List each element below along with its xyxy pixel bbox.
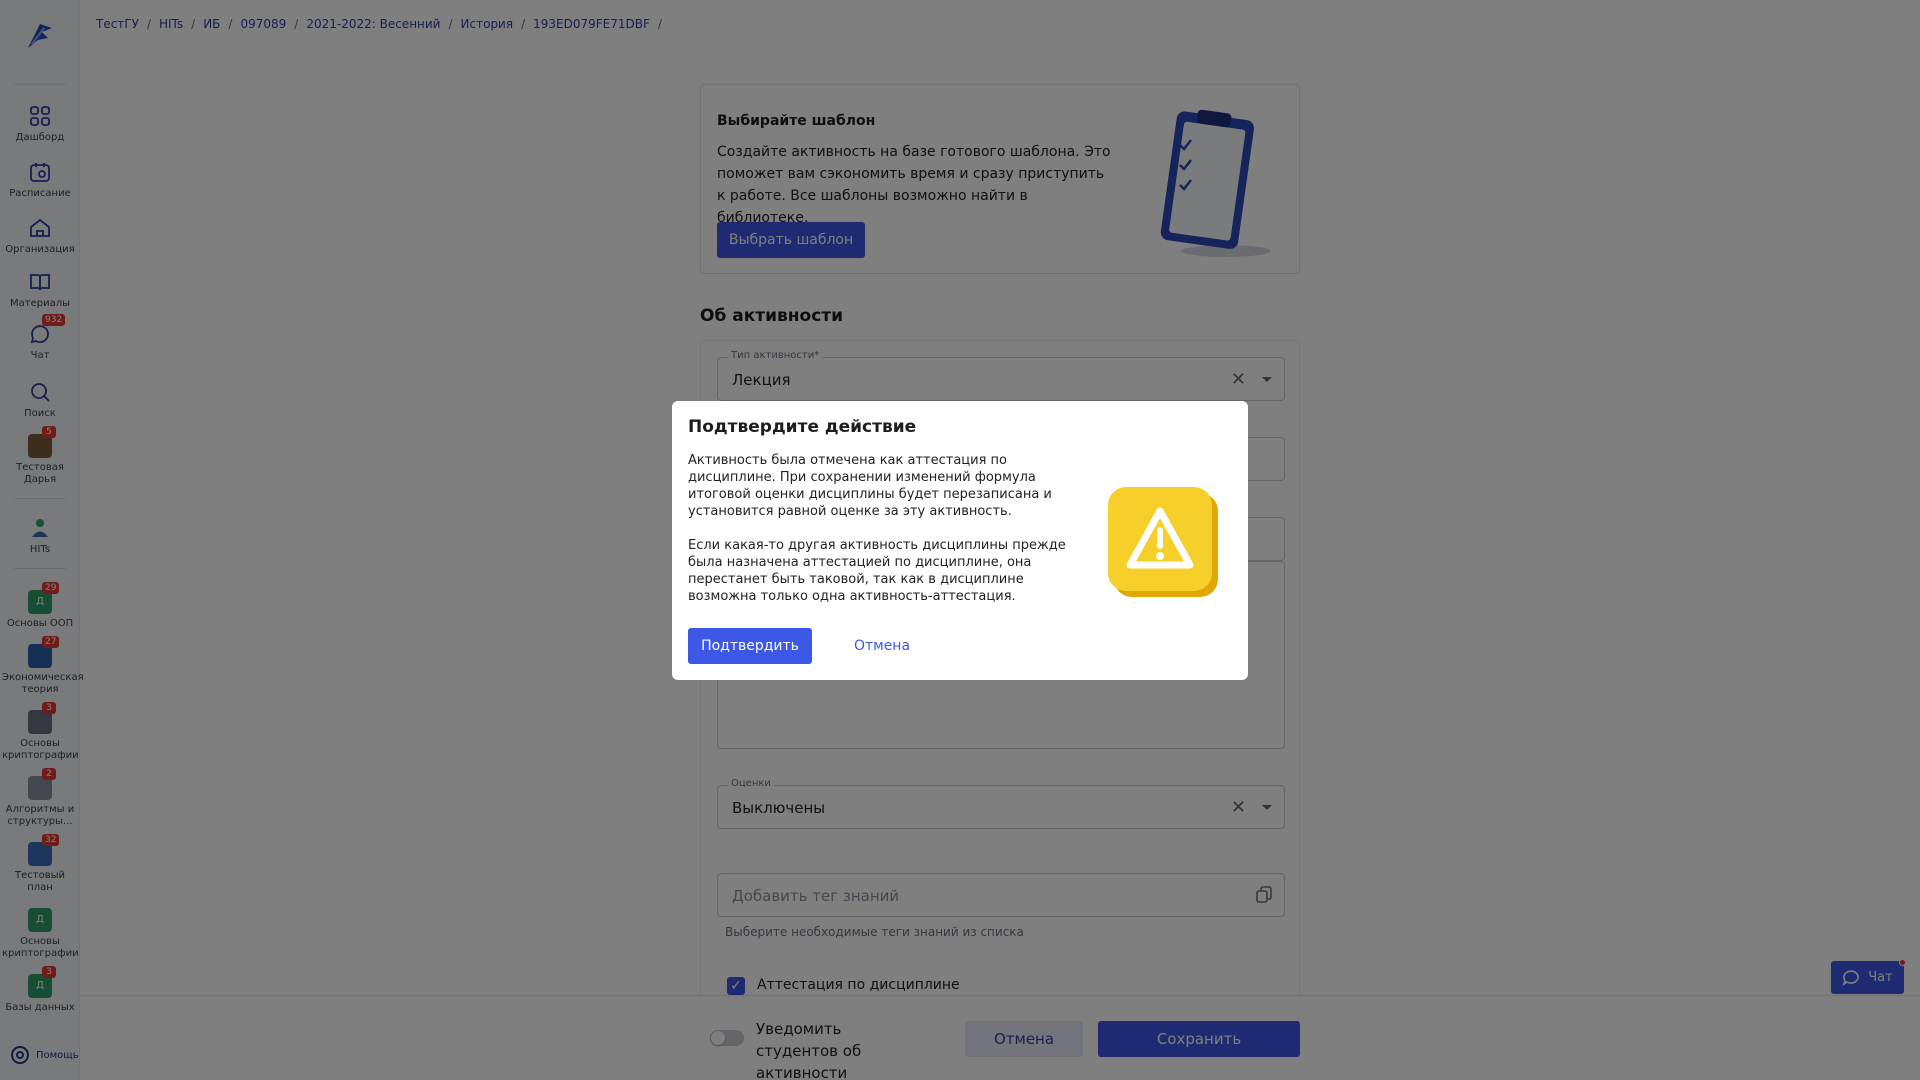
confirm-button[interactable]: Подтвердить [688,628,812,664]
warning-icon [1108,487,1218,597]
dialog-paragraph: Если какая-то другая активность дисципли… [688,538,1066,604]
confirm-dialog: Подтвердите действие Активность была отм… [672,401,1248,680]
dialog-body: Активность была отмечена как аттестация … [688,452,1078,605]
dialog-cancel-button[interactable]: Отмена [832,628,932,664]
dialog-paragraph: Активность была отмечена как аттестация … [688,453,1052,519]
dialog-title: Подтвердите действие [688,417,917,437]
